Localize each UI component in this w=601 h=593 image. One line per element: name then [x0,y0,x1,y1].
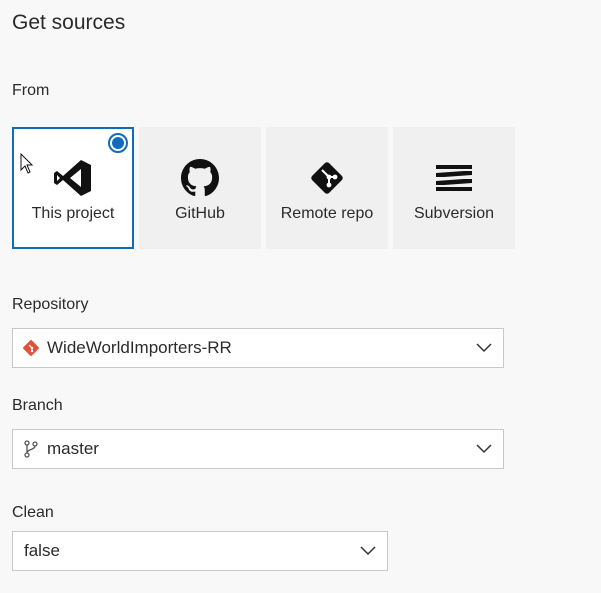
chevron-down-icon [475,440,493,458]
source-option-label: This project [31,205,115,222]
source-option-github[interactable]: GitHub [139,127,261,249]
source-option-label: Remote repo [280,205,374,222]
branch-label: Branch [12,397,63,414]
clean-dropdown[interactable]: false [12,531,388,571]
visual-studio-icon [51,158,95,198]
page-title: Get sources [12,11,126,34]
source-option-remote-repo[interactable]: Remote repo [266,127,388,249]
source-option-label: Subversion [413,205,495,222]
source-option-subversion[interactable]: Subversion [393,127,515,249]
chevron-down-icon [359,542,377,560]
source-option-label: GitHub [175,205,225,222]
github-icon [178,158,222,198]
subversion-icon [432,158,476,198]
source-option-this-project[interactable]: This project [12,127,134,249]
branch-dropdown[interactable]: master [12,429,504,469]
branch-icon [22,440,40,458]
selected-radio-indicator [108,133,128,153]
get-sources-panel: Get sources From This project GitHub Rem… [0,0,601,593]
source-options: This project GitHub Remote repo Subversi… [12,127,520,249]
git-repo-icon [22,339,40,357]
mouse-cursor-icon [20,152,34,180]
chevron-down-icon [475,339,493,357]
from-label: From [12,82,50,99]
repository-dropdown[interactable]: WideWorldImporters-RR [12,328,504,368]
repository-value: WideWorldImporters-RR [47,338,232,357]
git-icon [305,158,349,198]
repository-label: Repository [12,296,89,313]
clean-value: false [24,541,60,560]
clean-label: Clean [12,504,54,521]
branch-value: master [47,439,99,458]
